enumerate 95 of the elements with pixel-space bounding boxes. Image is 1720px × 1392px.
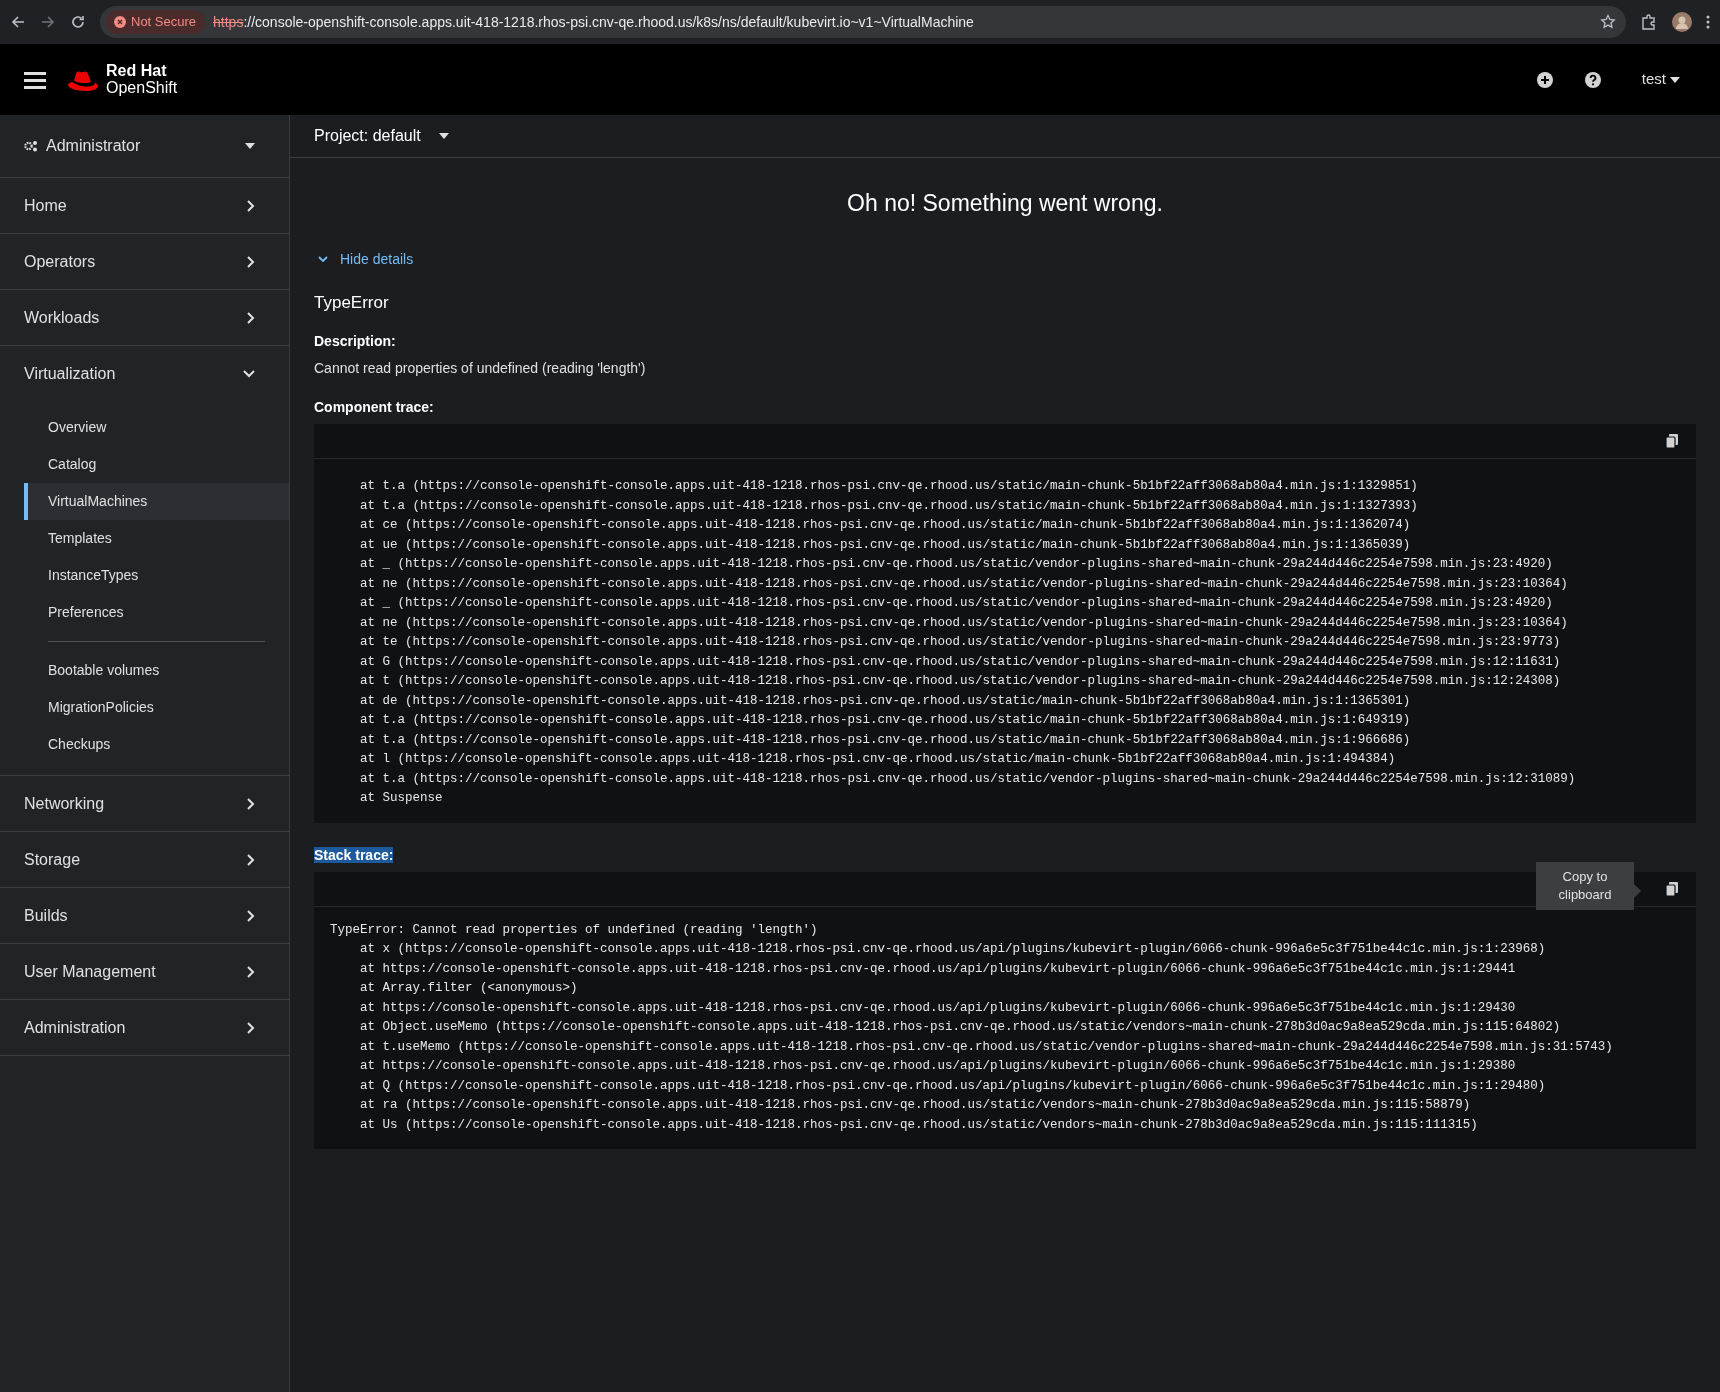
nav-section[interactable]: Administration: [0, 1000, 289, 1056]
code-line: at _ (https://console-openshift-console.apps.uit-418-1218.rhos-psi.cnv-qe.rhood.us/static/vendor-plugins-shared~main-chunk-29a244d446c2254e7598.min.js:23:4920): [359, 595, 1554, 612]
chevron-right-icon: [247, 797, 255, 810]
code-line: at de (https://console-openshift-console.apps.uit-418-1218.rhos-psi.cnv-qe.rhood.us/static/main-chunk-5b1bf22aff3068ab80a4.min.js:1:1365301): [359, 692, 1412, 710]
code-line: at ne (https://console-openshift-console.apps.uit-418-1218.rhos-psi.cnv-qe.rhood.us/static/vendor-plugins-shared~main-chunk-29a244d446c2254e7598.min.js:23:10364): [359, 614, 1569, 632]
code-line: at t.a (https://console-openshift-console.apps.uit-418-1218.rhos-psi.cnv-qe.rhood.us/static/main-chunk-5b1bf22aff3068ab80a4.min.js:1:1329851): [359, 478, 1419, 495]
chevron-down-icon: [318, 255, 328, 263]
tooltip-arrow: [1634, 883, 1641, 898]
perspective-label: Administrator: [46, 136, 141, 156]
user-menu[interactable]: test: [1641, 68, 1680, 91]
more-icon[interactable]: [1706, 14, 1710, 30]
code-line: at _ (https://console-openshift-console.apps.uit-418-1218.rhos-psi.cnv-qe.rhood.us/static/vendor-plugins-shared~main-chunk-29a244d446c2254e7598.min.js:23:4920): [359, 556, 1554, 573]
code-line: at ra (https://console-openshift-console.apps.uit-418-1218.rhos-psi.cnv-qe.rhood.us/static/vendors~main-chunk-278b3d0ac9a8ea529cda.min.js:115:58879): [359, 1097, 1472, 1114]
nav-section[interactable]: User Management: [0, 944, 289, 1000]
code-line: at https://console-openshift-console.apps.uit-418-1218.rhos-psi.cnv-qe.rhood.us/api/plugins/kubevirt-plugin/6066-chunk-996a6e5c3f751be44c1c.min.js:1:29441: [359, 960, 1517, 978]
brand-name: Red Hat: [106, 62, 168, 80]
section-label: Component trace:: [314, 399, 434, 415]
copy-icon: [1666, 434, 1678, 448]
nav-item[interactable]: MigrationPolicies: [0, 689, 289, 726]
warning-icon: [114, 16, 126, 28]
gears-icon: [24, 140, 38, 152]
menu-icon[interactable]: [24, 70, 46, 89]
address-bar[interactable]: Not Secure https://console-openshift-console.apps.uit-418-1218.rhos-psi.cnv-qe.rhood.us/k8s/ns/default/kubevirt.io~v1~VirtualMachine: [100, 6, 1626, 38]
nav-item[interactable]: Templates: [0, 520, 289, 557]
code-line: at t.a (https://console-openshift-console.apps.uit-418-1218.rhos-psi.cnv-qe.rhood.us/static/vendor-plugins-shared~main-chunk-29a244d446c2254e7598.min.js:12:31089): [359, 770, 1577, 788]
url-text: ://console-openshift-console.apps.uit-418-1218.rhos-psi.cnv-qe.rhood.us/k8s/ns/default/kubevirt.io~v1~VirtualMachine: [243, 13, 974, 30]
nav-section[interactable]: Workloads: [0, 290, 289, 346]
code-line: at t.a (https://console-openshift-console.apps.uit-418-1218.rhos-psi.cnv-qe.rhood.us/static/main-chunk-5b1bf22aff3068ab80a4.min.js:1:649319): [359, 712, 1412, 729]
code-line: at ne (https://console-openshift-console.apps.uit-418-1218.rhos-psi.cnv-qe.rhood.us/static/vendor-plugins-shared~main-chunk-29a244d446c2254e7598.min.js:23:10364): [359, 575, 1569, 593]
caret-icon: [245, 143, 255, 149]
code-line: at t.useMemo (https://console-openshift-console.apps.uit-418-1218.rhos-psi.cnv-qe.rhood.us/static/vendor-plugins-shared~main-chunk-29a244d446c2254e7598.min.js:31:5743): [359, 1038, 1614, 1056]
reload-icon[interactable]: [70, 14, 86, 30]
nav-item[interactable]: Catalog: [0, 446, 289, 483]
forward-icon[interactable]: [40, 14, 56, 30]
code-line: at ce (https://console-openshift-console.apps.uit-418-1218.rhos-psi.cnv-qe.rhood.us/static/main-chunk-5b1bf22aff3068ab80a4.min.js:1:1362074): [359, 517, 1412, 534]
chevron-right-icon: [247, 255, 255, 268]
code-line: at t (https://console-openshift-console.apps.uit-418-1218.rhos-psi.cnv-qe.rhood.us/static/vendor-plugins-shared~main-chunk-29a244d446c2254e7598.min.js:12:24308): [359, 673, 1562, 690]
error-name: TypeError: [314, 291, 390, 314]
nav-section[interactable]: Storage: [0, 832, 289, 888]
avatar-icon[interactable]: [1672, 12, 1692, 32]
chevron-right-icon: [247, 1021, 255, 1034]
code-line: TypeError: Cannot read properties of undefined (reading 'length'): [330, 921, 819, 939]
security-badge[interactable]: Not Secure: [106, 10, 206, 34]
code-line: at Q (https://console-openshift-console.apps.uit-418-1218.rhos-psi.cnv-qe.rhood.us/api/plugins/kubevirt-plugin/6066-chunk-996a6e5c3f751be44c1c.min.js:1:29480): [359, 1077, 1547, 1095]
back-icon[interactable]: [10, 14, 26, 30]
nav-item[interactable]: VirtualMachines: [24, 483, 289, 520]
chevron-right-icon: [247, 311, 255, 324]
project-dropdown[interactable]: Project: default: [314, 124, 449, 148]
chevron-down-icon: [243, 370, 255, 378]
code-line: at te (https://console-openshift-console.apps.uit-418-1218.rhos-psi.cnv-qe.rhood.us/static/vendor-plugins-shared~main-chunk-29a244d446c2254e7598.min.js:23:9773): [359, 634, 1562, 651]
nav-item[interactable]: Preferences: [0, 594, 289, 631]
nav-section[interactable]: Builds: [0, 888, 289, 944]
star-icon[interactable]: [1600, 14, 1616, 30]
copy-button[interactable]: [1666, 434, 1678, 448]
nav-item[interactable]: Bootable volumes: [0, 652, 289, 689]
code-line: at Object.useMemo (https://console-openshift-console.apps.uit-418-1218.rhos-psi.cnv-qe.rhood.us/static/vendors~main-chunk-278b3d0ac9a8ea529cda.min.js:115:64802): [359, 1019, 1562, 1036]
tooltip: Copy to clipboard: [1536, 861, 1634, 910]
perspective-switcher[interactable]: Administrator: [0, 115, 289, 178]
chevron-right-icon: [247, 199, 255, 212]
nav-item[interactable]: InstanceTypes: [0, 557, 289, 594]
nav-item[interactable]: Checkups: [0, 726, 289, 763]
nav-section[interactable]: Home: [0, 178, 289, 234]
product-name: OpenShift: [106, 79, 178, 97]
code-line: at Us (https://console-openshift-console.apps.uit-418-1218.rhos-psi.cnv-qe.rhood.us/static/vendors~main-chunk-278b3d0ac9a8ea529cda.min.js:115:111315): [359, 1116, 1479, 1134]
security-label: Not Secure: [131, 13, 197, 32]
code-line: at ue (https://console-openshift-console.apps.uit-418-1218.rhos-psi.cnv-qe.rhood.us/static/main-chunk-5b1bf22aff3068ab80a4.min.js:1:1365039): [359, 536, 1412, 554]
url-scheme: https: [213, 13, 244, 30]
section-label: Stack trace:: [314, 846, 394, 863]
description-label: Description:: [314, 332, 397, 351]
code-line: at l (https://console-openshift-console.apps.uit-418-1218.rhos-psi.cnv-qe.rhood.us/static/main-chunk-5b1bf22aff3068ab80a4.min.js:1:494384): [359, 751, 1397, 768]
chevron-right-icon: [247, 909, 255, 922]
nav-section[interactable]: Networking: [0, 776, 289, 832]
caret-icon: [438, 133, 449, 139]
error-description: Cannot read properties of undefined (reading 'length'): [314, 359, 647, 378]
add-icon[interactable]: [1535, 70, 1554, 89]
code-line: at t.a (https://console-openshift-console.apps.uit-418-1218.rhos-psi.cnv-qe.rhood.us/static/main-chunk-5b1bf22aff3068ab80a4.min.js:1:1327393): [359, 497, 1419, 515]
caret-icon: [1670, 76, 1680, 83]
nav-section[interactable]: Virtualization: [0, 346, 289, 402]
code-line: at Array.filter (<anonymous>): [359, 980, 579, 997]
code-line: at https://console-openshift-console.apps.uit-418-1218.rhos-psi.cnv-qe.rhood.us/api/plugins/kubevirt-plugin/6066-chunk-996a6e5c3f751be44c1c.min.js:1:29430: [359, 999, 1517, 1017]
puzzle-icon[interactable]: [1640, 13, 1658, 31]
code-line: at https://console-openshift-console.apps.uit-418-1218.rhos-psi.cnv-qe.rhood.us/api/plugins/kubevirt-plugin/6066-chunk-996a6e5c3f751be44c1c.min.js:1:29380: [359, 1058, 1517, 1075]
chevron-right-icon: [247, 853, 255, 866]
code-line: at x (https://console-openshift-console.apps.uit-418-1218.rhos-psi.cnv-qe.rhood.us/api/plugins/kubevirt-plugin/6066-chunk-996a6e5c3f751be44c1c.min.js:1:23968): [359, 941, 1547, 958]
details-toggle[interactable]: Hide details: [314, 248, 414, 270]
code-line: at t.a (https://console-openshift-console.apps.uit-418-1218.rhos-psi.cnv-qe.rhood.us/static/main-chunk-5b1bf22aff3068ab80a4.min.js:1:966686): [359, 731, 1412, 749]
help-icon[interactable]: [1583, 70, 1602, 89]
copy-icon: [1666, 881, 1678, 896]
nav-section[interactable]: Operators: [0, 234, 289, 290]
code-line: at Suspense: [359, 790, 444, 807]
chevron-right-icon: [247, 965, 255, 978]
nav-item[interactable]: Overview: [0, 409, 289, 446]
code-line: at G (https://console-openshift-console.apps.uit-418-1218.rhos-psi.cnv-qe.rhood.us/static/vendor-plugins-shared~main-chunk-29a244d446c2254e7598.min.js:12:11631): [359, 653, 1562, 671]
copy-button[interactable]: [1666, 881, 1678, 896]
error-title: Oh no! Something went wrong.: [846, 189, 1164, 218]
